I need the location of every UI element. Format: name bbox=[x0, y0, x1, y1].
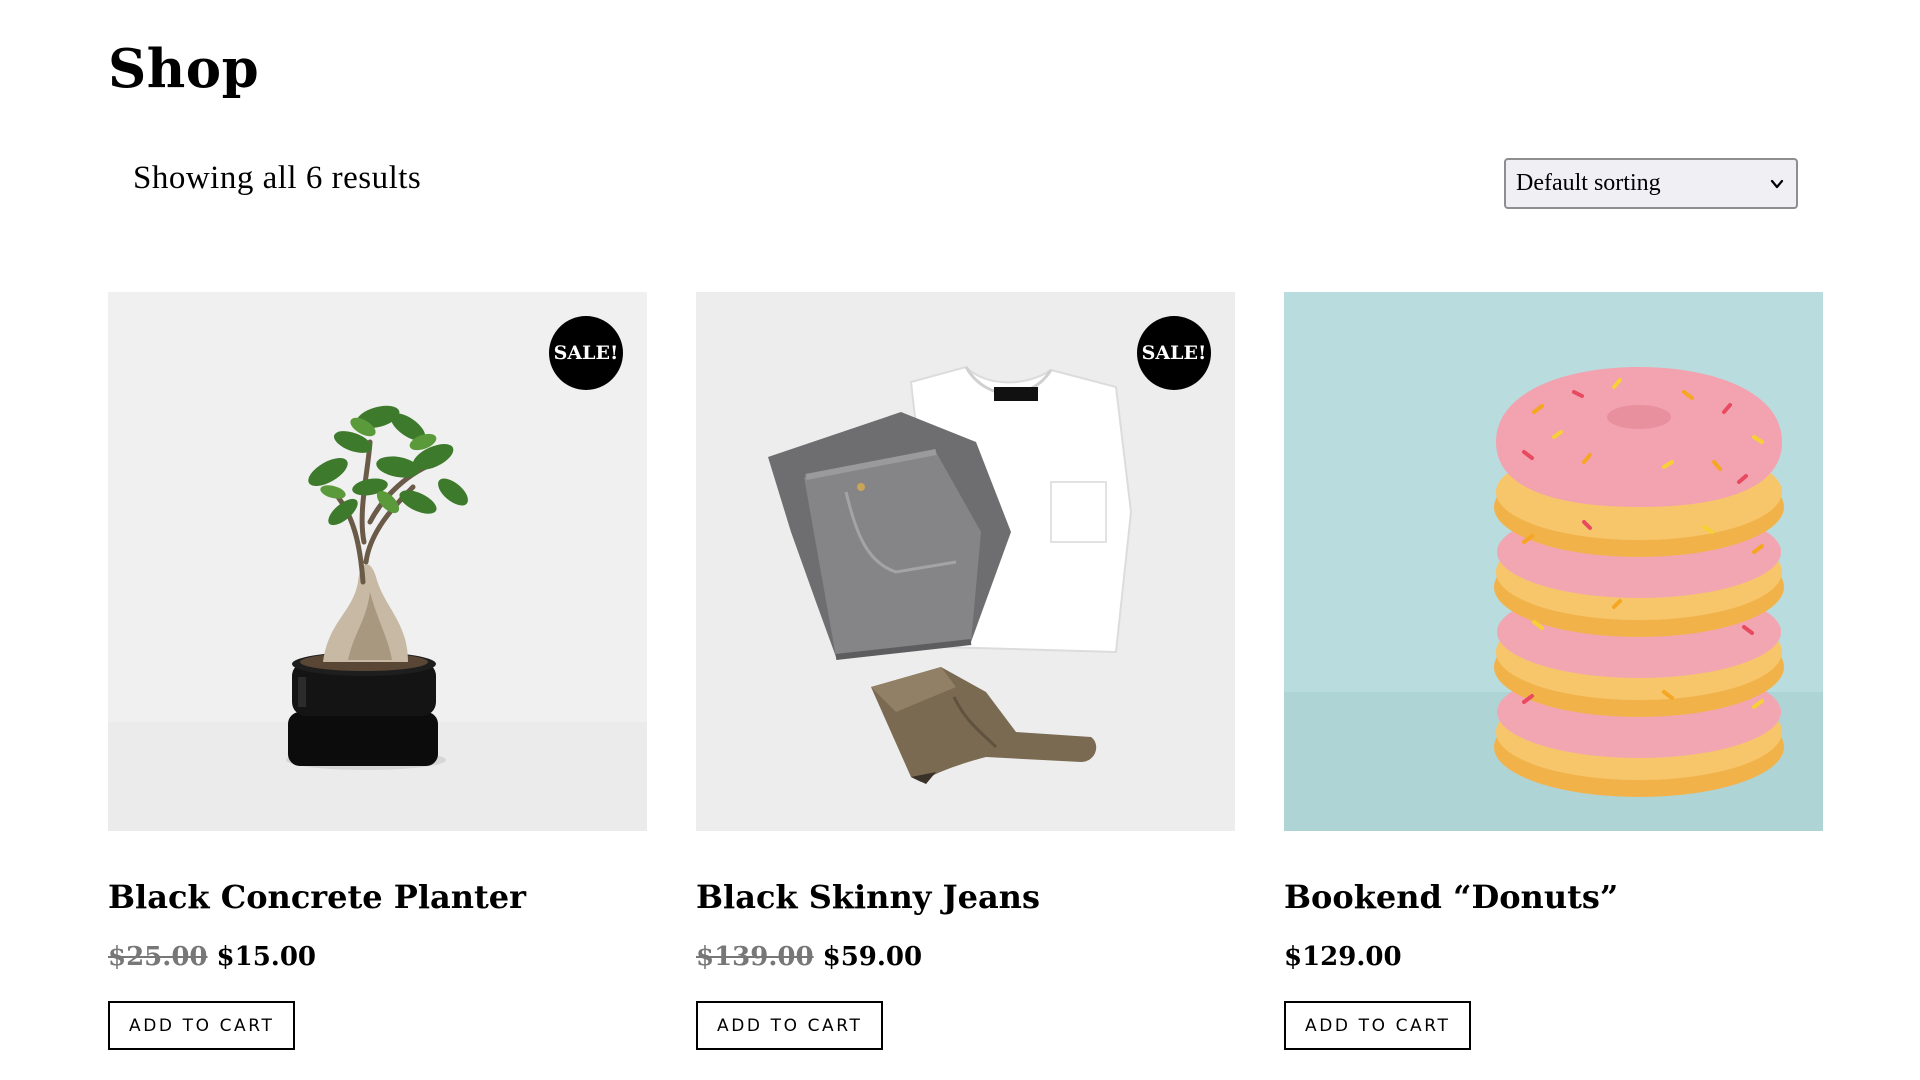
product-title[interactable]: Black Concrete Planter bbox=[108, 878, 526, 916]
product-image-donuts[interactable] bbox=[1284, 292, 1823, 831]
product-card: SALE! Black Concrete Planter $25.00 $15.0… bbox=[108, 292, 647, 1050]
product-old-price: $139.00 bbox=[696, 942, 814, 972]
product-price: $25.00 $15.00 bbox=[108, 942, 316, 972]
result-count: Showing all 6 results bbox=[133, 160, 422, 196]
product-image-jeans[interactable]: SALE! bbox=[696, 292, 1235, 831]
chevron-down-icon bbox=[1770, 179, 1784, 188]
product-price: $129.00 bbox=[1284, 942, 1402, 972]
product-sale-price: $59.00 bbox=[822, 942, 923, 972]
sorting-select[interactable]: Default sorting bbox=[1504, 158, 1798, 209]
add-to-cart-button[interactable]: ADD TO CART bbox=[696, 1001, 884, 1050]
product-old-price: $25.00 bbox=[108, 942, 208, 972]
product-image-planter[interactable]: SALE! bbox=[108, 292, 647, 831]
sale-badge: SALE! bbox=[549, 316, 623, 390]
add-to-cart-button[interactable]: ADD TO CART bbox=[108, 1001, 296, 1050]
product-sale-price: $15.00 bbox=[216, 942, 317, 972]
product-grid: SALE! Black Concrete Planter $25.00 $15.0… bbox=[108, 292, 1823, 1050]
add-to-cart-button[interactable]: ADD TO CART bbox=[1284, 1001, 1472, 1050]
product-price: $139.00 $59.00 bbox=[696, 942, 922, 972]
product-regular-price: $129.00 bbox=[1284, 942, 1402, 972]
product-title[interactable]: Black Skinny Jeans bbox=[696, 878, 1040, 916]
product-title[interactable]: Bookend “Donuts” bbox=[1284, 878, 1618, 916]
product-card: SALE! Black Skinny Jeans $139.00 $59.00 A… bbox=[696, 292, 1235, 1050]
page-title: Shop bbox=[108, 38, 260, 100]
sale-badge: SALE! bbox=[1137, 316, 1211, 390]
sorting-selected-value: Default sorting bbox=[1516, 170, 1661, 196]
product-card: Bookend “Donuts” $129.00 ADD TO CART bbox=[1284, 292, 1823, 1050]
